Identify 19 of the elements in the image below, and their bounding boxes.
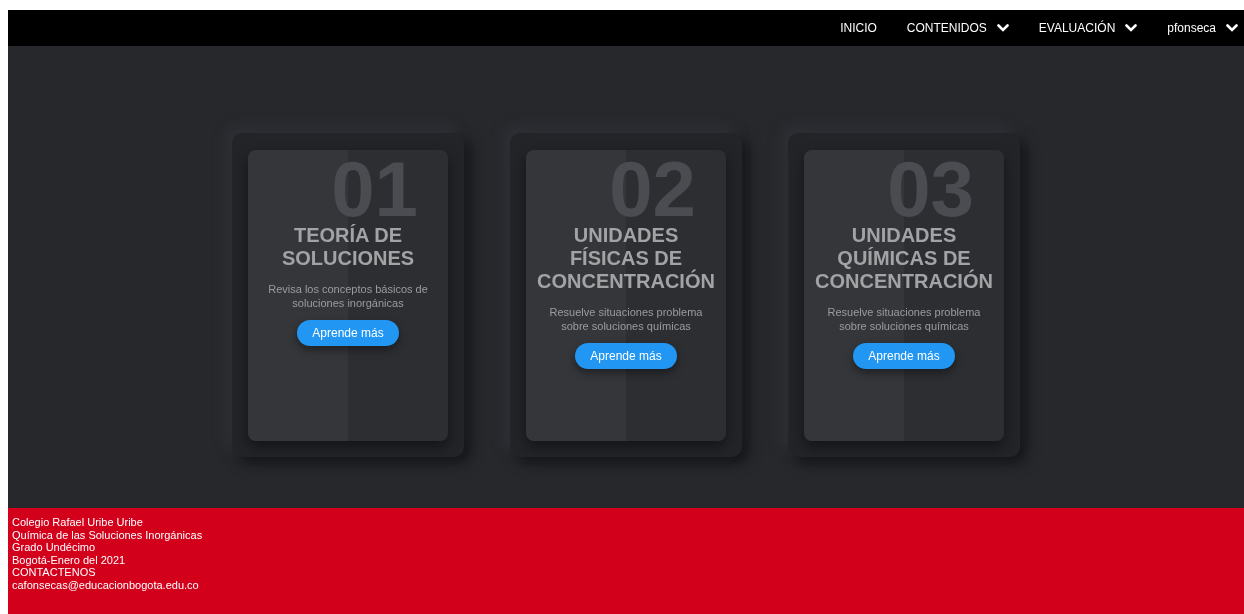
footer-text: CONTACTENOS xyxy=(12,566,97,579)
card-title: UNIDADES FÍSICAS DE CONCENTRACIÓN xyxy=(536,224,716,293)
footer-text: Bogotá-Enero del 2021 xyxy=(12,553,127,566)
chevron-down-icon xyxy=(1125,24,1138,32)
nav-link[interactable]: EVALUACIÓN xyxy=(1038,21,1138,35)
card-description: Resuelve situaciones problema sobre soluciones químicas xyxy=(826,305,982,333)
nav-link[interactable]: INICIO xyxy=(840,21,877,35)
card-title: TEORÍA DE SOLUCIONES xyxy=(280,224,416,270)
nav-link[interactable]: pfonseca xyxy=(1167,21,1238,35)
footer-text: Colegio Rafael Uribe Uribe xyxy=(12,516,144,529)
footer-text: Grado Undécimo xyxy=(12,541,97,554)
email-link[interactable]: cafonsecas@educacionbogota.edu.co xyxy=(12,578,199,591)
chevron-down-icon xyxy=(996,24,1009,32)
chevron-down-icon xyxy=(1226,24,1238,32)
card-title: UNIDADES QUÍMICAS DE CONCENTRACIÓN xyxy=(814,224,994,293)
footer-text: Química de las Soluciones Inorgánicas xyxy=(12,528,204,541)
nav-link[interactable]: CONTENIDOS xyxy=(906,21,1009,35)
card-description: Resuelve situaciones problema sobre soluciones químicas xyxy=(548,305,704,333)
card-description: Revisa los conceptos básicos de soluciones inorgánicas xyxy=(267,282,429,310)
